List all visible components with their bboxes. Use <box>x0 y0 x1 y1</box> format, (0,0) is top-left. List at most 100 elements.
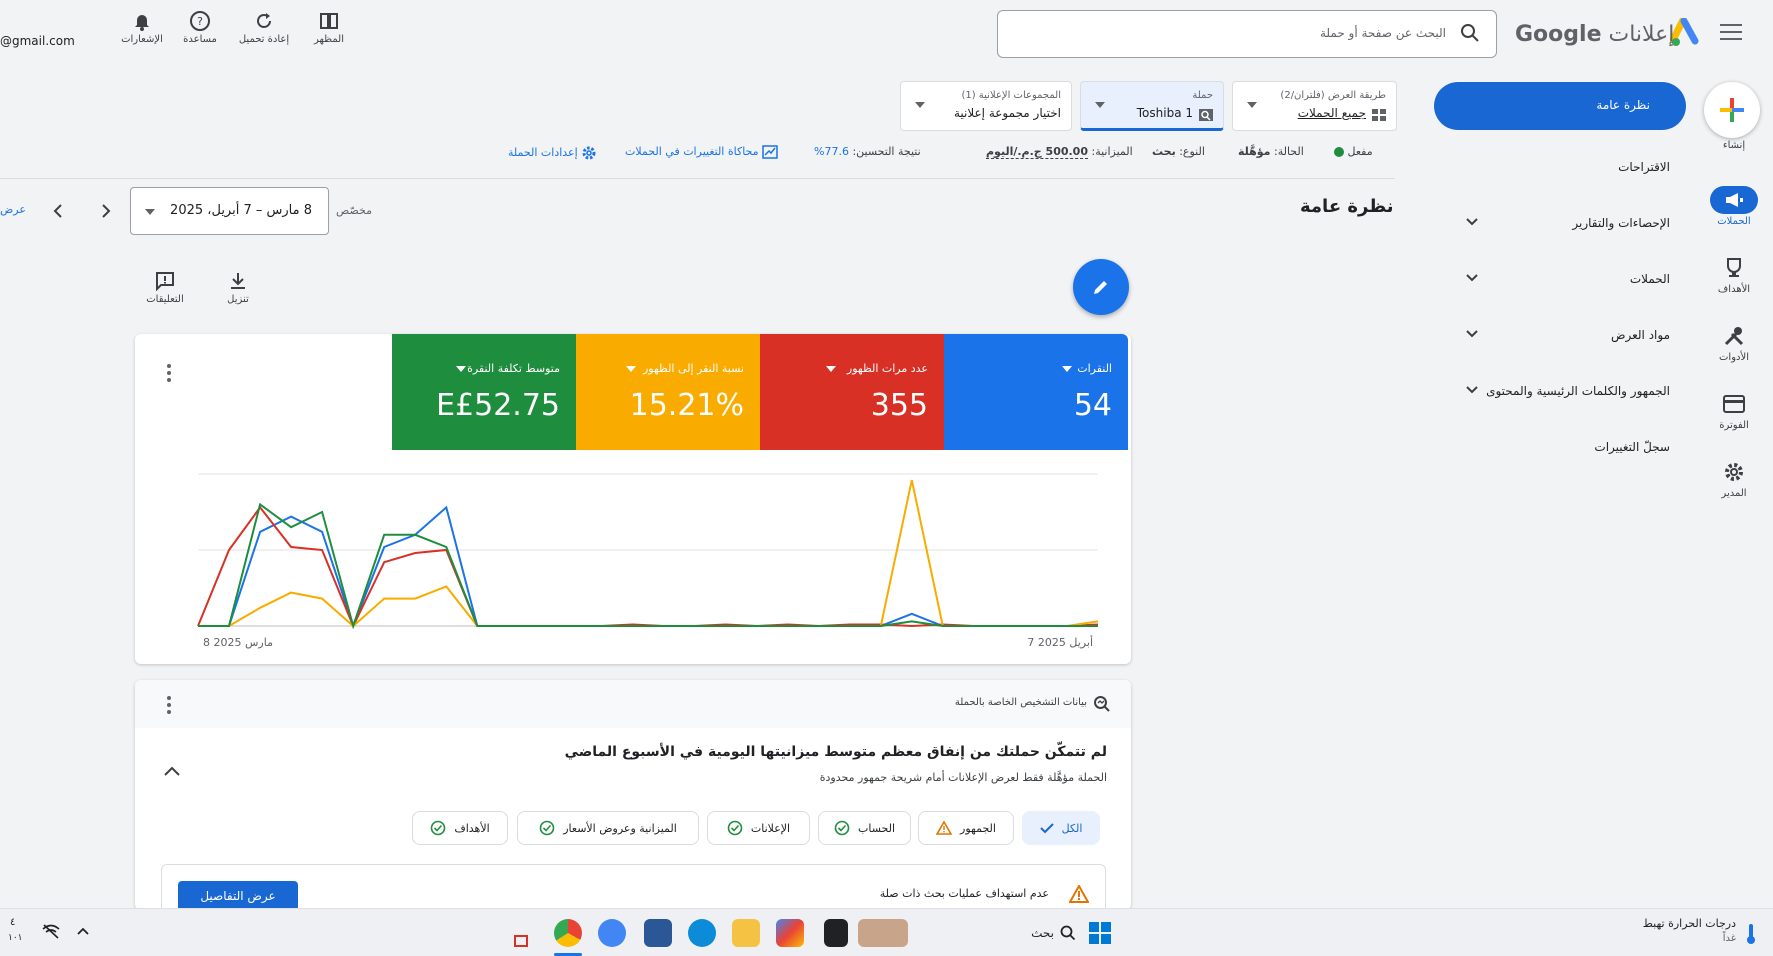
download-button[interactable]: تنزيل <box>208 268 268 305</box>
taskbar-search[interactable]: بحث <box>1006 919 1076 947</box>
diagnostics-card: بيانات التشخيص الخاصة بالحملة لم تتمكّن … <box>135 680 1131 910</box>
simulator-link[interactable]: محاكاة التغييرات في الحملات <box>625 145 778 159</box>
chip-audience[interactable]: الجمهور <box>918 811 1014 845</box>
chevron-up-icon[interactable] <box>163 764 181 778</box>
budget-label: الميزانية: <box>1091 145 1133 158</box>
taskbar-search-label: بحث <box>1031 926 1054 940</box>
rail-goals-label: الأهداف <box>1717 284 1751 295</box>
notifications-button[interactable]: الإشعارات <box>112 8 172 45</box>
comments-button[interactable]: التعليقات <box>135 268 195 305</box>
warning-icon <box>936 821 953 835</box>
campaign-selector-value: Toshiba 1 <box>1136 106 1193 120</box>
nav-assets[interactable]: مواد العرض <box>1450 320 1670 350</box>
help-label: مساعدة <box>183 34 217 45</box>
chip-account[interactable]: الحساب <box>818 811 911 845</box>
chip-budget-label: الميزانية وعروض الأسعار <box>563 821 677 835</box>
clock-time[interactable]: ٤ <box>10 917 15 928</box>
chip-goals[interactable]: الأهداف <box>412 811 508 845</box>
metric-value: 15.21% <box>629 388 744 423</box>
snipping-tool-icon[interactable] <box>514 935 528 947</box>
help-button[interactable]: ? مساعدة <box>170 8 230 45</box>
page-title: نظرة عامة <box>1300 196 1394 217</box>
metric-impressions[interactable]: عدد مرات الظهور 355 <box>760 334 944 450</box>
date-preset-label: مخصّص <box>336 204 373 217</box>
diagnostics-search-icon <box>1094 696 1110 712</box>
chrome-icon[interactable] <box>554 919 582 947</box>
copilot-icon[interactable] <box>776 919 804 947</box>
search-campaign-icon <box>1199 109 1213 121</box>
chip-all[interactable]: الكل <box>1022 811 1100 845</box>
chip-account-label: الحساب <box>857 821 896 835</box>
edit-button[interactable] <box>1073 259 1129 315</box>
nav-change-history[interactable]: سجلّ التغييرات <box>1450 432 1670 462</box>
chevron-down-icon <box>1466 330 1478 338</box>
taskbar-app-icon[interactable] <box>824 919 848 947</box>
create-button[interactable] <box>1704 82 1760 138</box>
date-range-value: 8 مارس – 7 أبريل، 2025 <box>170 203 312 218</box>
status-dot-icon <box>1334 147 1344 157</box>
taskbar-photo-icon[interactable] <box>858 919 908 947</box>
plus-icon <box>1720 98 1744 122</box>
adgroup-selector-dropdown-icon <box>915 102 925 108</box>
view-link[interactable]: عرض <box>0 203 26 216</box>
network-offline-icon[interactable] <box>42 923 60 939</box>
menu-icon[interactable] <box>1720 24 1742 42</box>
rail-goals[interactable]: الأهداف <box>1704 254 1764 295</box>
more-options-icon[interactable] <box>167 364 171 385</box>
adgroup-selector[interactable]: المجموعات الإعلانية (1) اختيار مجموعة إع… <box>900 81 1072 131</box>
nav-campaigns-label: الحملات <box>1629 272 1670 286</box>
simulator-label: محاكاة التغييرات في الحملات <box>625 145 759 158</box>
store-icon[interactable] <box>644 919 672 947</box>
create-label: إنشاء <box>1722 140 1746 151</box>
brand-google-text: Google <box>1515 22 1602 47</box>
weather-text[interactable]: درجات الحرارة تهبط <box>1600 917 1736 930</box>
status-budget[interactable]: الميزانية: 500.00 ج.م./اليوم <box>986 145 1133 159</box>
reload-button[interactable]: إعادة تحميل <box>234 8 294 45</box>
nav-insights-label: الإحصاءات والتقارير <box>1572 216 1670 230</box>
chip-ads[interactable]: الإعلانات <box>707 811 810 845</box>
rail-admin[interactable]: المدير <box>1704 458 1764 499</box>
date-range-picker[interactable]: 8 مارس – 7 أبريل، 2025 <box>130 187 329 235</box>
pencil-icon <box>1094 281 1107 294</box>
campaign-selector[interactable]: حملة Toshiba 1 <box>1080 81 1224 131</box>
appearance-button[interactable]: المظهر <box>299 8 359 45</box>
status-optimization[interactable]: نتيجة التحسين: 77.6% <box>814 145 921 158</box>
chevron-up-icon[interactable] <box>76 925 90 937</box>
nav-audiences-keywords[interactable]: الجمهور والكلمات الرئيسية والمحتوى <box>1450 376 1670 406</box>
search-input[interactable]: البحث عن صفحة أو حملة <box>997 10 1497 58</box>
metric-ctr[interactable]: نسبة النقر إلى الظهور 15.21% <box>576 334 760 450</box>
rail-tools[interactable]: الأدوات <box>1704 322 1764 363</box>
chip-budget-bids[interactable]: الميزانية وعروض الأسعار <box>517 811 699 845</box>
metric-value: 54 <box>1073 388 1112 423</box>
view-selector[interactable]: طريقة العرض (فلتران/2) جميع الحملات <box>1232 81 1397 131</box>
windows-start-icon[interactable] <box>1088 921 1112 945</box>
rail-billing[interactable]: الفوترة <box>1704 390 1764 431</box>
status-enabled-text: مفعل <box>1347 145 1373 158</box>
metric-dropdown-icon <box>1062 366 1072 372</box>
more-options-icon[interactable] <box>167 696 171 717</box>
appearance-icon <box>320 13 338 29</box>
metric-clicks[interactable]: النقرات 54 <box>944 334 1128 450</box>
chevron-right-icon[interactable] <box>98 201 114 221</box>
edge-icon[interactable] <box>688 919 716 947</box>
nav-overview[interactable]: نظرة عامة <box>1434 82 1686 130</box>
download-icon <box>231 273 245 289</box>
chevron-left-icon[interactable] <box>50 201 66 221</box>
view-details-button[interactable]: عرض التفاصيل <box>178 881 298 910</box>
nav-insights-reports[interactable]: الإحصاءات والتقارير <box>1450 208 1670 238</box>
bell-icon <box>135 15 149 31</box>
campaign-settings-link[interactable]: إعدادات الحملة <box>508 145 597 161</box>
chrome-profile-icon[interactable] <box>598 919 626 947</box>
chip-goals-label: الأهداف <box>454 821 490 835</box>
rail-campaigns[interactable]: الحملات <box>1704 186 1764 227</box>
check-circle-icon <box>539 820 555 836</box>
metric-avg-cpc[interactable]: متوسط تكلفة النقرة E£52.75 <box>392 334 576 450</box>
reload-label: إعادة تحميل <box>238 34 290 45</box>
thermometer-icon <box>1747 924 1755 944</box>
file-explorer-icon[interactable] <box>732 919 760 947</box>
nav-campaigns[interactable]: الحملات <box>1450 264 1670 294</box>
nav-recommendations[interactable]: الاقتراحات <box>1450 152 1670 182</box>
metric-name: نسبة النقر إلى الظهور <box>642 362 744 375</box>
account-email[interactable]: @gmail.com <box>0 34 75 48</box>
view-details-label: عرض التفاصيل <box>200 889 276 903</box>
